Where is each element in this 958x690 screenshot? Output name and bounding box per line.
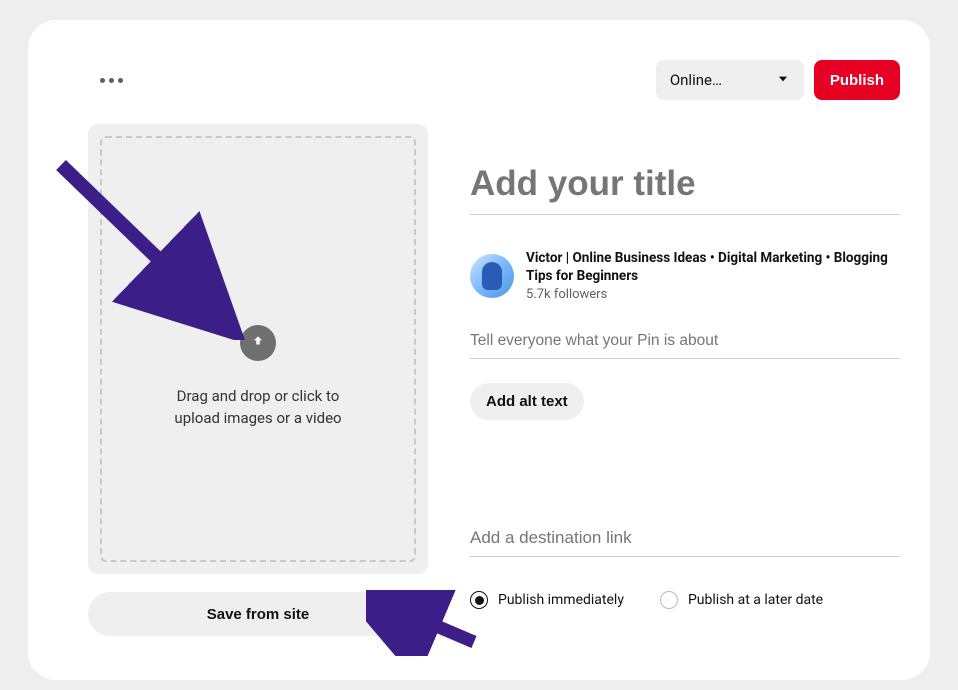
dot-icon	[109, 78, 114, 83]
save-from-site-button[interactable]: Save from site	[88, 592, 428, 636]
author-meta: Victor | Online Business Ideas • Digital…	[526, 249, 900, 302]
radio-unchecked-icon	[660, 591, 678, 609]
arrow-up-icon	[251, 333, 265, 353]
radio-checked-icon	[470, 591, 488, 609]
title-input[interactable]	[470, 160, 900, 215]
description-input[interactable]	[470, 324, 900, 359]
dot-icon	[100, 78, 105, 83]
board-select[interactable]: Online…	[656, 60, 804, 100]
more-options-button[interactable]	[96, 70, 127, 91]
pin-builder-card: Online… Publish Drag and drop or click t…	[28, 20, 930, 680]
upload-dropzone[interactable]: Drag and drop or click to upload images …	[100, 136, 416, 562]
radio-label: Publish at a later date	[688, 592, 823, 608]
avatar	[470, 254, 514, 298]
add-alt-text-button[interactable]: Add alt text	[470, 383, 584, 420]
destination-link-input[interactable]	[470, 520, 900, 557]
radio-publish-immediately[interactable]: Publish immediately	[470, 591, 624, 609]
board-select-label: Online…	[670, 71, 722, 89]
chevron-down-icon	[776, 71, 790, 90]
author-row: Victor | Online Business Ideas • Digital…	[470, 249, 900, 302]
radio-publish-later[interactable]: Publish at a later date	[660, 591, 823, 609]
dot-icon	[118, 78, 123, 83]
right-column: Victor | Online Business Ideas • Digital…	[470, 124, 900, 609]
topbar: Online… Publish	[88, 60, 900, 100]
content-row: Drag and drop or click to upload images …	[88, 124, 900, 636]
upload-icon	[240, 325, 276, 361]
radio-label: Publish immediately	[498, 592, 624, 608]
publish-button[interactable]: Publish	[814, 60, 900, 100]
author-name: Victor | Online Business Ideas • Digital…	[526, 249, 900, 285]
upload-dropzone-outer: Drag and drop or click to upload images …	[88, 124, 428, 574]
topbar-right: Online… Publish	[656, 60, 900, 100]
author-followers: 5.7k followers	[526, 287, 900, 302]
publish-schedule-group: Publish immediately Publish at a later d…	[470, 591, 900, 609]
left-column: Drag and drop or click to upload images …	[88, 124, 428, 636]
upload-instructions: Drag and drop or click to upload images …	[153, 385, 363, 430]
